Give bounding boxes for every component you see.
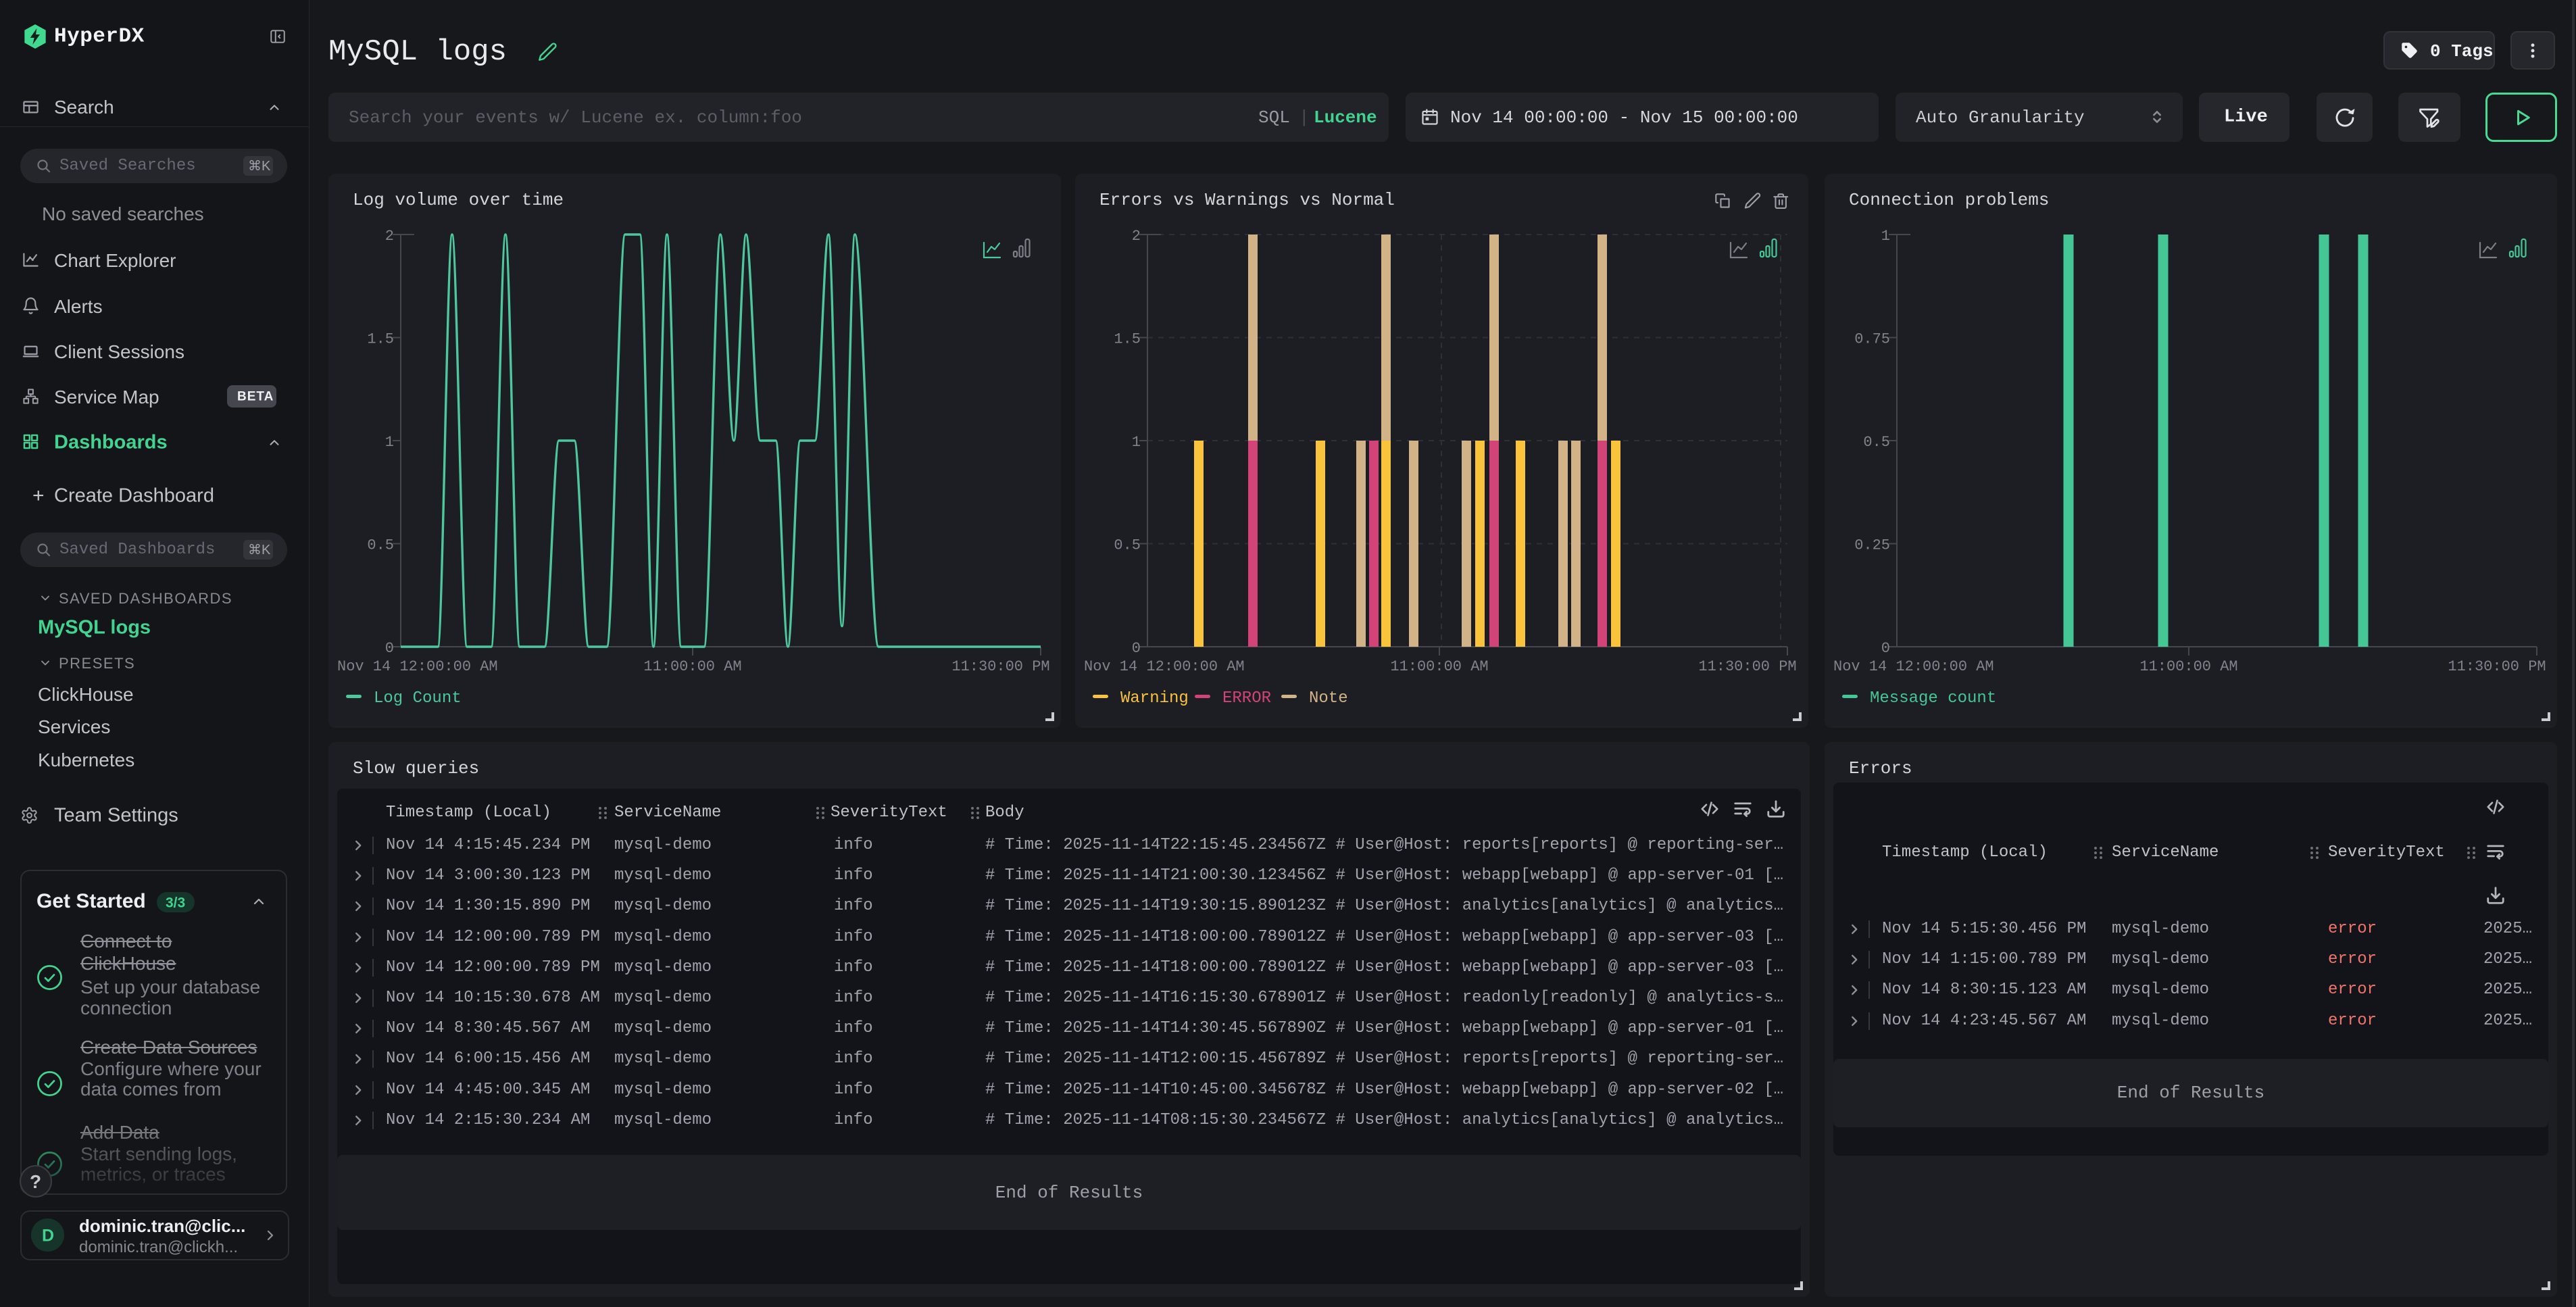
svg-text:0.5: 0.5 xyxy=(367,537,394,554)
svg-text:Nov 14 12:00:00 AM: Nov 14 12:00:00 AM xyxy=(1833,658,1994,675)
svg-text:2: 2 xyxy=(1132,228,1141,245)
svg-text:Message count: Message count xyxy=(1870,689,1996,708)
svg-text:2: 2 xyxy=(385,228,394,245)
svg-text:11:00:00 AM: 11:00:00 AM xyxy=(1390,658,1488,675)
svg-text:1: 1 xyxy=(385,434,394,451)
svg-text:0.5: 0.5 xyxy=(1114,537,1141,554)
svg-text:11:30:00 PM: 11:30:00 PM xyxy=(1698,658,1796,675)
svg-text:11:30:00 PM: 11:30:00 PM xyxy=(951,658,1049,675)
svg-text:1.5: 1.5 xyxy=(367,331,394,348)
svg-text:Nov 14 12:00:00 AM: Nov 14 12:00:00 AM xyxy=(337,658,498,675)
svg-text:11:30:00 PM: 11:30:00 PM xyxy=(2448,658,2546,675)
svg-text:11:00:00 AM: 11:00:00 AM xyxy=(2139,658,2237,675)
svg-text:11:00:00 AM: 11:00:00 AM xyxy=(643,658,741,675)
svg-text:0.25: 0.25 xyxy=(1854,537,1890,554)
svg-text:0: 0 xyxy=(385,640,394,657)
svg-text:Nov 14 12:00:00 AM: Nov 14 12:00:00 AM xyxy=(1084,658,1245,675)
svg-text:1: 1 xyxy=(1132,434,1141,451)
svg-text:0: 0 xyxy=(1881,640,1890,657)
svg-text:Note: Note xyxy=(1309,689,1348,708)
svg-text:Log Count: Log Count xyxy=(374,689,462,708)
svg-text:1.5: 1.5 xyxy=(1114,331,1141,348)
svg-text:0.75: 0.75 xyxy=(1854,331,1890,348)
svg-text:0.5: 0.5 xyxy=(1863,434,1890,451)
svg-text:0: 0 xyxy=(1132,640,1141,657)
svg-text:Warning: Warning xyxy=(1120,689,1189,708)
svg-text:1: 1 xyxy=(1881,228,1890,245)
svg-text:ERROR: ERROR xyxy=(1222,689,1271,708)
